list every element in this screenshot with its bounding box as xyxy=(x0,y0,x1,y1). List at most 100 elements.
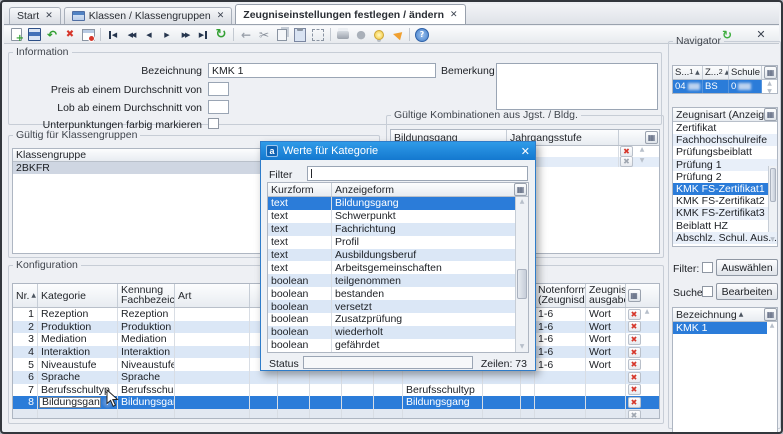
kategorie-cell[interactable]: Mediation xyxy=(38,333,118,346)
cell[interactable] xyxy=(483,371,521,384)
nr-cell[interactable]: 5 xyxy=(13,358,38,371)
column-header-zeugnisart[interactable]: Zeugnisart (Anzeige... xyxy=(673,108,764,121)
refresh-icon[interactable] xyxy=(212,27,230,42)
anzeigeform-cell[interactable]: Fachrichtung xyxy=(332,223,515,236)
nav-last-icon[interactable] xyxy=(194,27,212,42)
kurzform-cell[interactable]: boolean xyxy=(268,287,332,300)
delete-icon[interactable] xyxy=(61,27,79,42)
notenformat-cell[interactable]: 1-6 xyxy=(535,358,586,371)
filter-checkbox[interactable] xyxy=(702,262,713,273)
ausgabe-cell[interactable]: Wort xyxy=(586,346,626,359)
list-item[interactable]: Prüfung 1 xyxy=(673,159,777,171)
kennung-cell[interactable]: Interaktion xyxy=(118,346,175,359)
notenformat-cell[interactable] xyxy=(535,371,586,384)
art-cell[interactable] xyxy=(175,396,250,409)
dialog-close-icon[interactable]: ✕ xyxy=(521,145,530,158)
lob-input[interactable] xyxy=(208,100,229,114)
cell[interactable] xyxy=(310,396,342,409)
cell[interactable] xyxy=(374,371,403,384)
kategorie-cell[interactable]: Sprache xyxy=(38,371,118,384)
preis-input[interactable] xyxy=(208,82,229,96)
anzeigeform-cell[interactable]: versetzt xyxy=(332,300,515,313)
ausgabe-cell[interactable] xyxy=(586,384,626,397)
cell[interactable] xyxy=(342,371,374,384)
cell[interactable] xyxy=(374,384,403,397)
help-icon[interactable] xyxy=(413,27,431,42)
mark-selection-icon[interactable] xyxy=(309,27,327,42)
cell[interactable] xyxy=(521,396,535,409)
tab-close-icon[interactable]: ✕ xyxy=(450,10,458,20)
nr-cell[interactable]: 1 xyxy=(13,308,38,321)
art-cell[interactable] xyxy=(175,308,250,321)
anzeigeform-cell[interactable]: Ausbildungsberuf xyxy=(332,249,515,262)
table-row-selected[interactable]: textBildungsgang xyxy=(268,197,515,210)
unterpunktungen-checkbox[interactable] xyxy=(208,118,219,129)
reset-form-icon[interactable] xyxy=(79,27,97,42)
cell[interactable] xyxy=(342,396,374,409)
art-cell[interactable] xyxy=(175,321,250,334)
list-item[interactable]: KMK FS-Zertifikat2 xyxy=(673,195,777,207)
scroll-up-icon[interactable] xyxy=(516,198,528,206)
list-item[interactable]: Zertifikat xyxy=(673,122,777,134)
list-item-selected[interactable]: KMK FS-Zertifikat1 xyxy=(673,183,777,195)
nr-cell[interactable]: 6 xyxy=(13,371,38,384)
scroll-up-icon[interactable] xyxy=(636,146,648,157)
nav-first-icon[interactable] xyxy=(104,27,122,42)
bemerkung-textarea[interactable] xyxy=(496,63,658,110)
table-row[interactable]: booleanbestanden xyxy=(268,287,515,300)
cell[interactable] xyxy=(175,409,250,419)
list-item[interactable]: Beiblatt HZ xyxy=(673,220,777,232)
cell[interactable] xyxy=(483,396,521,409)
tab-close-icon[interactable]: ✕ xyxy=(217,11,225,21)
kurzform-cell[interactable]: text xyxy=(268,261,332,274)
tab-close-icon[interactable]: ✕ xyxy=(45,11,53,21)
kennung-cell[interactable]: Produktion xyxy=(118,321,175,334)
delete-row-icon[interactable]: ✖ xyxy=(628,384,641,395)
notenformat-cell[interactable] xyxy=(535,384,586,397)
table-row[interactable]: textSchwerpunkt xyxy=(268,210,515,223)
table-row[interactable]: 6 Sprache Sprache ✖ xyxy=(13,371,659,384)
notenformat-cell[interactable]: 1-6 xyxy=(535,346,586,359)
table-options-icon[interactable] xyxy=(764,66,777,79)
delete-row-icon[interactable]: ✖ xyxy=(628,309,641,320)
table-options-icon[interactable] xyxy=(764,108,777,121)
hint-icon[interactable] xyxy=(370,27,388,42)
cell[interactable] xyxy=(278,371,310,384)
cell[interactable] xyxy=(310,371,342,384)
column-header-kategorie[interactable]: Kategorie xyxy=(38,284,118,307)
cell[interactable] xyxy=(374,409,403,419)
cell[interactable] xyxy=(521,371,535,384)
scrollbar-thumb[interactable] xyxy=(770,168,776,202)
column-header-ausgabe[interactable]: Zeugnis- ausgabe xyxy=(586,284,626,307)
anzeigeform-cell[interactable]: teilgenommen xyxy=(332,274,515,287)
cell[interactable] xyxy=(535,409,586,419)
scroll-up-icon[interactable] xyxy=(642,308,652,321)
art-cell[interactable] xyxy=(175,371,250,384)
undo-icon[interactable] xyxy=(43,27,61,42)
delete-row-icon[interactable]: ✖ xyxy=(628,372,641,383)
table-row[interactable]: booleanwiederholt xyxy=(268,326,515,339)
anzeigeform-cell[interactable]: Zusatzprüfung xyxy=(332,313,515,326)
kurzform-cell[interactable]: text xyxy=(268,223,332,236)
scroll-down-icon[interactable] xyxy=(636,157,648,168)
anzeigeform-cell[interactable]: gefährdet xyxy=(332,339,515,352)
dialog-filter-input[interactable] xyxy=(307,166,528,181)
cell[interactable] xyxy=(403,409,483,419)
kennung-cell[interactable]: Sprache xyxy=(118,371,175,384)
copy-icon[interactable] xyxy=(273,27,291,42)
suche-checkbox[interactable] xyxy=(702,286,713,297)
bearbeiten-button[interactable]: Bearbeiten xyxy=(716,283,778,300)
table-options-icon[interactable] xyxy=(764,308,777,321)
anzeigeform-cell[interactable]: Profil xyxy=(332,236,515,249)
nr-cell[interactable]: 3 xyxy=(13,333,38,346)
cell[interactable] xyxy=(278,396,310,409)
delete-row-icon[interactable]: ✖ xyxy=(620,146,633,157)
ausgabe-cell[interactable]: Wort xyxy=(586,321,626,334)
nav-prev-icon[interactable] xyxy=(140,27,158,42)
notenformat-cell[interactable]: 1-6 xyxy=(535,321,586,334)
column-header-schule[interactable]: Schule xyxy=(729,66,762,79)
name-cell[interactable] xyxy=(403,371,483,384)
cell[interactable] xyxy=(278,409,310,419)
cell[interactable] xyxy=(374,396,403,409)
notification-icon[interactable] xyxy=(388,27,406,42)
